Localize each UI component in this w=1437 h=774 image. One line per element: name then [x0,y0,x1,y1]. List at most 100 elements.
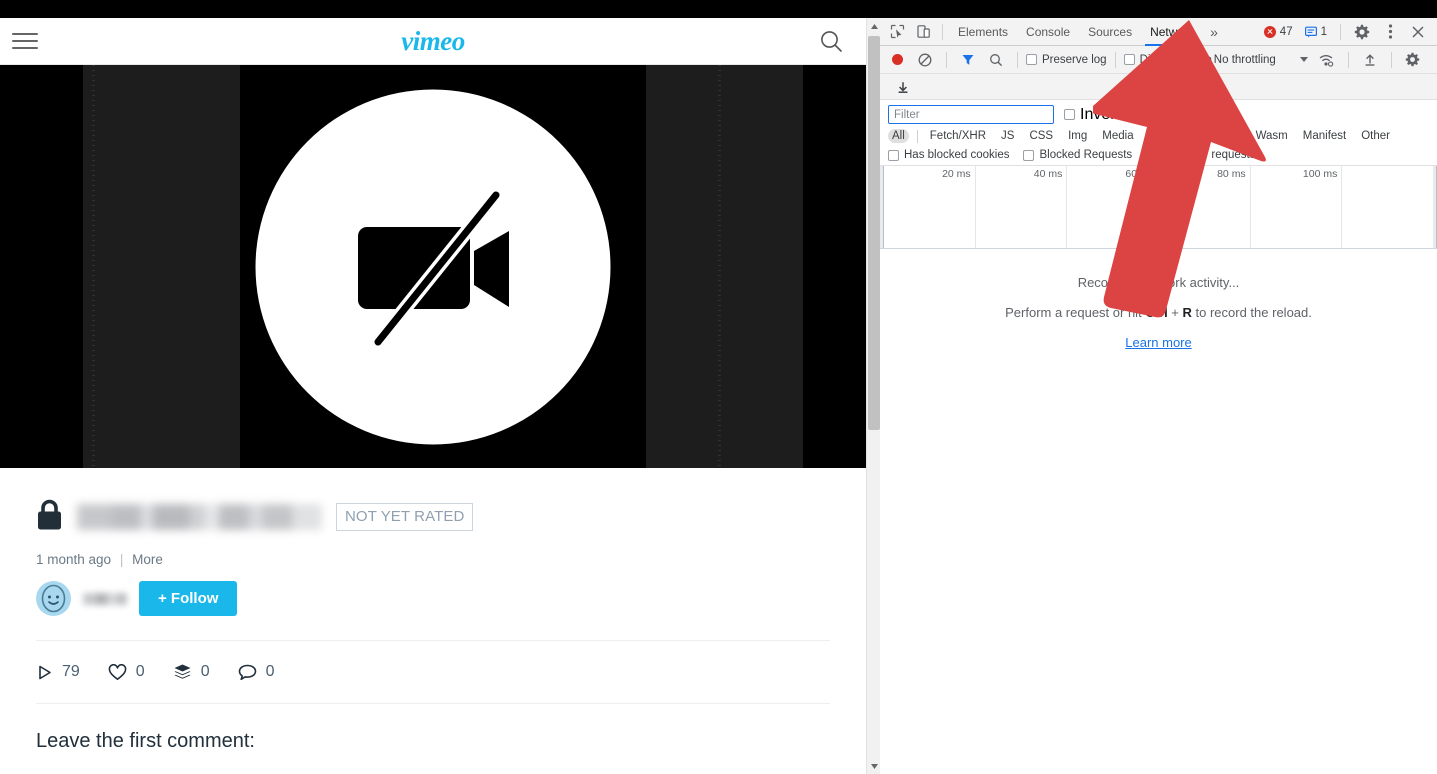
lock-icon [36,498,63,536]
heart-icon [108,663,127,680]
throttling-value: No throttling [1213,53,1276,66]
filter-type-font[interactable]: Font [1145,129,1176,143]
vimeo-header: vimeo [0,18,866,65]
filter-type-doc[interactable]: Doc [1183,129,1211,143]
empty-state-suffix: to record the reload. [1191,305,1312,320]
overview-tick-cell: 40 ms [976,166,1068,248]
error-count-badge[interactable]: 47 [1259,25,1298,39]
video-stats: 79 0 0 0 [0,641,866,681]
disable-cache-checkbox[interactable]: Disable cache [1123,53,1212,66]
preserve-log-label: Preserve log [1042,53,1107,66]
screenshot-root: vimeo NOT YET RATED 1 month ago | More +… [0,0,1437,774]
invert-checkbox[interactable]: Invert [1064,106,1120,124]
video-title-row: NOT YET RATED [36,498,830,536]
network-overview-timeline[interactable]: 20 ms 40 ms 60 ms 80 ms 100 ms [880,166,1437,249]
tab-console[interactable]: Console [1017,18,1079,46]
tab-sources[interactable]: Sources [1079,18,1141,46]
upload-time: 1 month ago [36,552,112,567]
export-toolbar [880,74,1437,100]
record-stop-icon[interactable] [884,48,910,72]
third-party-requests-checkbox[interactable]: 3rd-party requests [1146,149,1256,161]
page-scrollbar-thumb[interactable] [868,36,880,430]
video-meta: 1 month ago | More [36,552,830,567]
filter-row-input: Invert [888,105,1429,124]
network-conditions-icon[interactable] [1314,48,1340,72]
error-icon [1263,25,1276,38]
top-black-strip [0,0,1437,18]
comment-icon [238,664,256,680]
overview-right-handle[interactable] [1433,166,1437,248]
meta-separator: | [119,552,124,567]
devtools-tabbar-right: 47 1 [1259,20,1433,44]
overview-tick-100ms: 100 ms [1302,168,1338,180]
filter-type-other[interactable]: Other [1357,129,1394,143]
tab-network[interactable]: Network [1141,18,1203,46]
vimeo-page: vimeo NOT YET RATED 1 month ago | More +… [0,18,880,774]
follow-button[interactable]: + Follow [139,581,238,616]
stat-likes[interactable]: 0 [108,663,145,681]
empty-state-plus: + [1167,305,1183,320]
scroll-up-arrow-icon[interactable] [867,18,880,34]
filter-type-img[interactable]: Img [1064,129,1091,143]
filter-type-wasm[interactable]: Wasm [1252,129,1292,143]
filter-type-ws[interactable]: WS [1218,129,1245,143]
tab-elements[interactable]: Elements [949,18,1017,46]
avatar[interactable] [36,581,71,616]
overview-tick-60ms: 60 ms [1125,168,1155,180]
clear-icon[interactable] [912,48,938,72]
filter-type-manifest[interactable]: Manifest [1299,129,1350,143]
scroll-down-arrow-icon[interactable] [867,758,880,774]
filter-type-css[interactable]: CSS [1025,129,1057,143]
search-icon[interactable] [983,48,1009,72]
inspect-element-icon[interactable] [884,20,910,44]
search-icon[interactable] [818,28,844,54]
filter-funnel-icon[interactable] [955,48,981,72]
video-info: NOT YET RATED 1 month ago | More + Follo… [0,468,866,616]
import-har-icon[interactable] [1357,48,1383,72]
video-band-right [646,65,803,468]
has-blocked-cookies-checkbox[interactable]: Has blocked cookies [888,149,1009,161]
stat-collections[interactable]: 0 [173,663,210,681]
message-count-value: 1 [1320,25,1327,38]
throttling-select[interactable]: No throttling [1214,54,1308,66]
export-har-icon[interactable] [890,75,916,99]
more-tabs-icon[interactable]: » [1203,24,1225,40]
vimeo-logo[interactable]: vimeo [401,26,465,57]
filter-type-media[interactable]: Media [1098,129,1137,143]
network-filter-bar: Invert All Fetch/XHR JS CSS Img Media Fo… [880,100,1437,166]
tabbar-separator [942,23,943,40]
learn-more-link[interactable]: Learn more [1125,335,1191,350]
hamburger-icon[interactable] [12,31,38,51]
stat-plays-value: 79 [62,663,80,680]
chevron-down-icon [1299,57,1308,62]
page-scrollbar[interactable] [866,18,880,774]
device-toolbar-icon[interactable] [910,20,936,44]
overview-ruler: 20 ms 40 ms 60 ms 80 ms 100 ms [884,166,1433,248]
disable-cache-label: Disable cache [1139,53,1212,66]
filter-type-row: All Fetch/XHR JS CSS Img Media Font Doc … [888,129,1429,143]
filter-input[interactable] [888,105,1054,124]
close-icon[interactable] [1405,20,1431,44]
overview-tick-cell-tail [1342,166,1433,248]
more-link[interactable]: More [132,552,163,567]
blocked-requests-checkbox[interactable]: Blocked Requests [1023,149,1132,161]
empty-state-line1: Recording network activity... [1077,275,1240,290]
network-settings-icon[interactable] [1400,48,1426,72]
camera-off-icon [255,89,611,444]
stat-comments[interactable]: 0 [238,663,275,681]
stat-comments-value: 0 [265,663,275,680]
third-party-requests-label: 3rd-party requests [1162,149,1256,161]
message-count-badge[interactable]: 1 [1300,25,1332,39]
preserve-log-checkbox[interactable]: Preserve log [1026,54,1107,66]
empty-state-prefix: Perform a request or hit [1005,305,1146,320]
filter-type-all[interactable]: All [888,129,909,143]
stat-plays[interactable]: 79 [36,663,80,681]
more-options-icon[interactable] [1377,20,1403,44]
gear-icon[interactable] [1349,20,1375,44]
overview-tick-cell: 60 ms [1067,166,1160,248]
tabbar-separator-2 [1340,23,1341,40]
filter-type-fetchxhr[interactable]: Fetch/XHR [926,129,990,143]
filter-type-js[interactable]: JS [997,129,1018,143]
video-player[interactable] [0,65,866,468]
error-count-value: 47 [1279,25,1293,38]
